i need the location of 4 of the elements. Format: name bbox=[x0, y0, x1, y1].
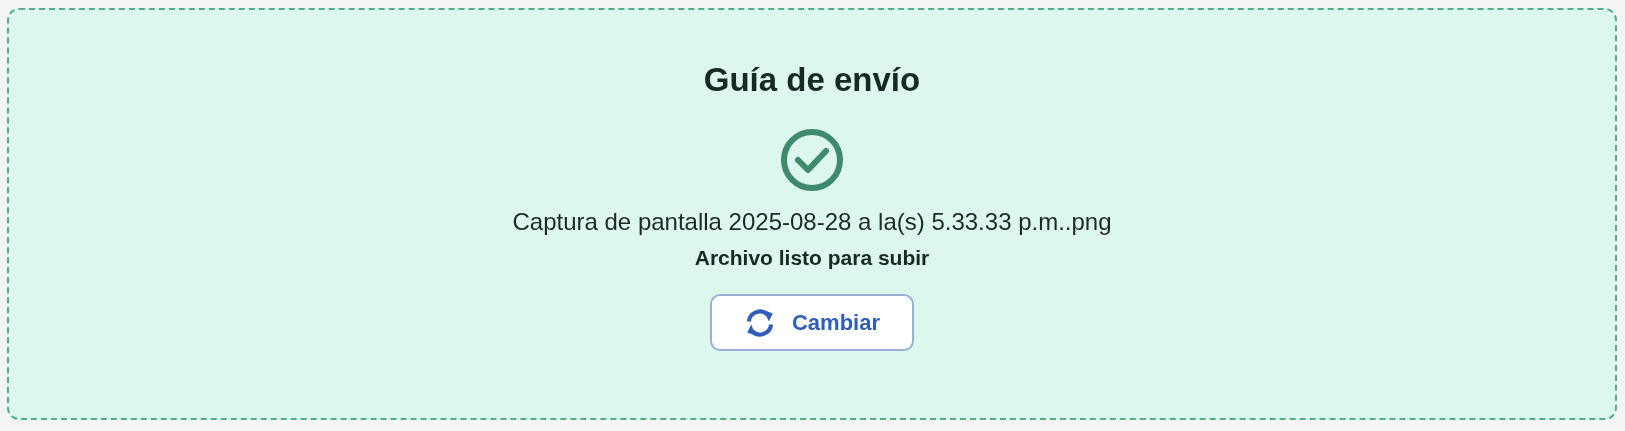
section-title: Guía de envío bbox=[703, 62, 921, 98]
change-button[interactable]: Cambiar bbox=[710, 294, 914, 351]
status-text: Archivo listo para subir bbox=[694, 246, 930, 270]
file-name: Captura de pantalla 2025-08-28 a la(s) 5.33.33 p.m..png bbox=[512, 208, 1112, 236]
